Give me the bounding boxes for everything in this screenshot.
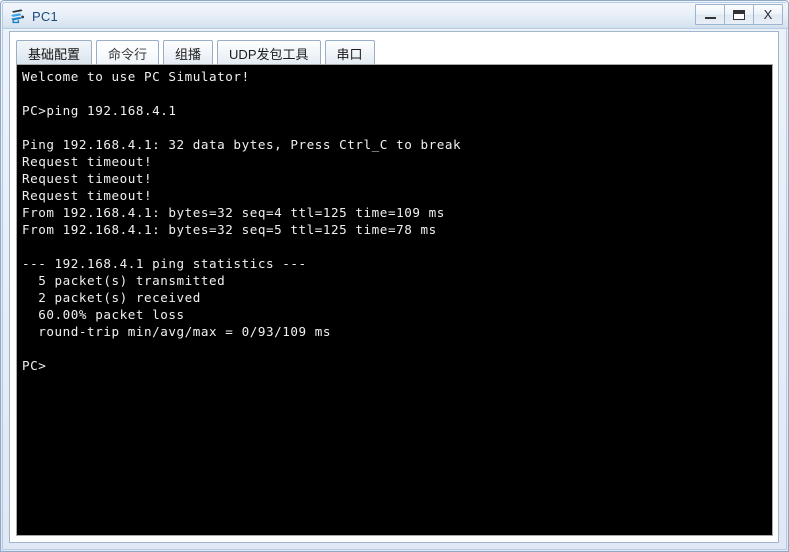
tab-command-line[interactable]: 命令行 (96, 40, 160, 66)
close-icon: X (763, 7, 773, 22)
minimize-icon (704, 16, 716, 19)
maximize-button[interactable] (724, 4, 754, 25)
pc1-window: PC1 X 基础配置 命令行 组播 UDP发包工具 串口 Welcome to … (0, 0, 789, 552)
terminal-console[interactable]: Welcome to use PC Simulator! PC>ping 192… (16, 64, 773, 536)
titlebar-left-group: PC1 (9, 6, 58, 26)
pc-device-icon (9, 7, 27, 25)
tab-label: 命令行 (108, 47, 148, 62)
window-title: PC1 (32, 8, 58, 24)
window-titlebar[interactable]: PC1 X (3, 3, 788, 29)
window-controls: X (695, 4, 783, 25)
content-panel: 基础配置 命令行 组播 UDP发包工具 串口 Welcome to use PC… (9, 31, 779, 543)
tab-label: 基础配置 (28, 47, 81, 62)
tab-label: 串口 (336, 47, 363, 62)
tab-serial-port[interactable]: 串口 (324, 40, 375, 66)
tab-udp-packet-tool[interactable]: UDP发包工具 (217, 40, 321, 66)
close-button[interactable]: X (753, 4, 783, 25)
tab-basic-config[interactable]: 基础配置 (16, 40, 93, 66)
terminal-output: Welcome to use PC Simulator! PC>ping 192… (22, 69, 462, 373)
tab-multicast[interactable]: 组播 (163, 40, 214, 66)
tab-label: 组播 (175, 47, 202, 62)
minimize-button[interactable] (695, 4, 725, 25)
maximize-icon (733, 9, 745, 20)
tab-label: UDP发包工具 (229, 47, 309, 62)
tab-bar: 基础配置 命令行 组播 UDP发包工具 串口 (16, 38, 379, 66)
